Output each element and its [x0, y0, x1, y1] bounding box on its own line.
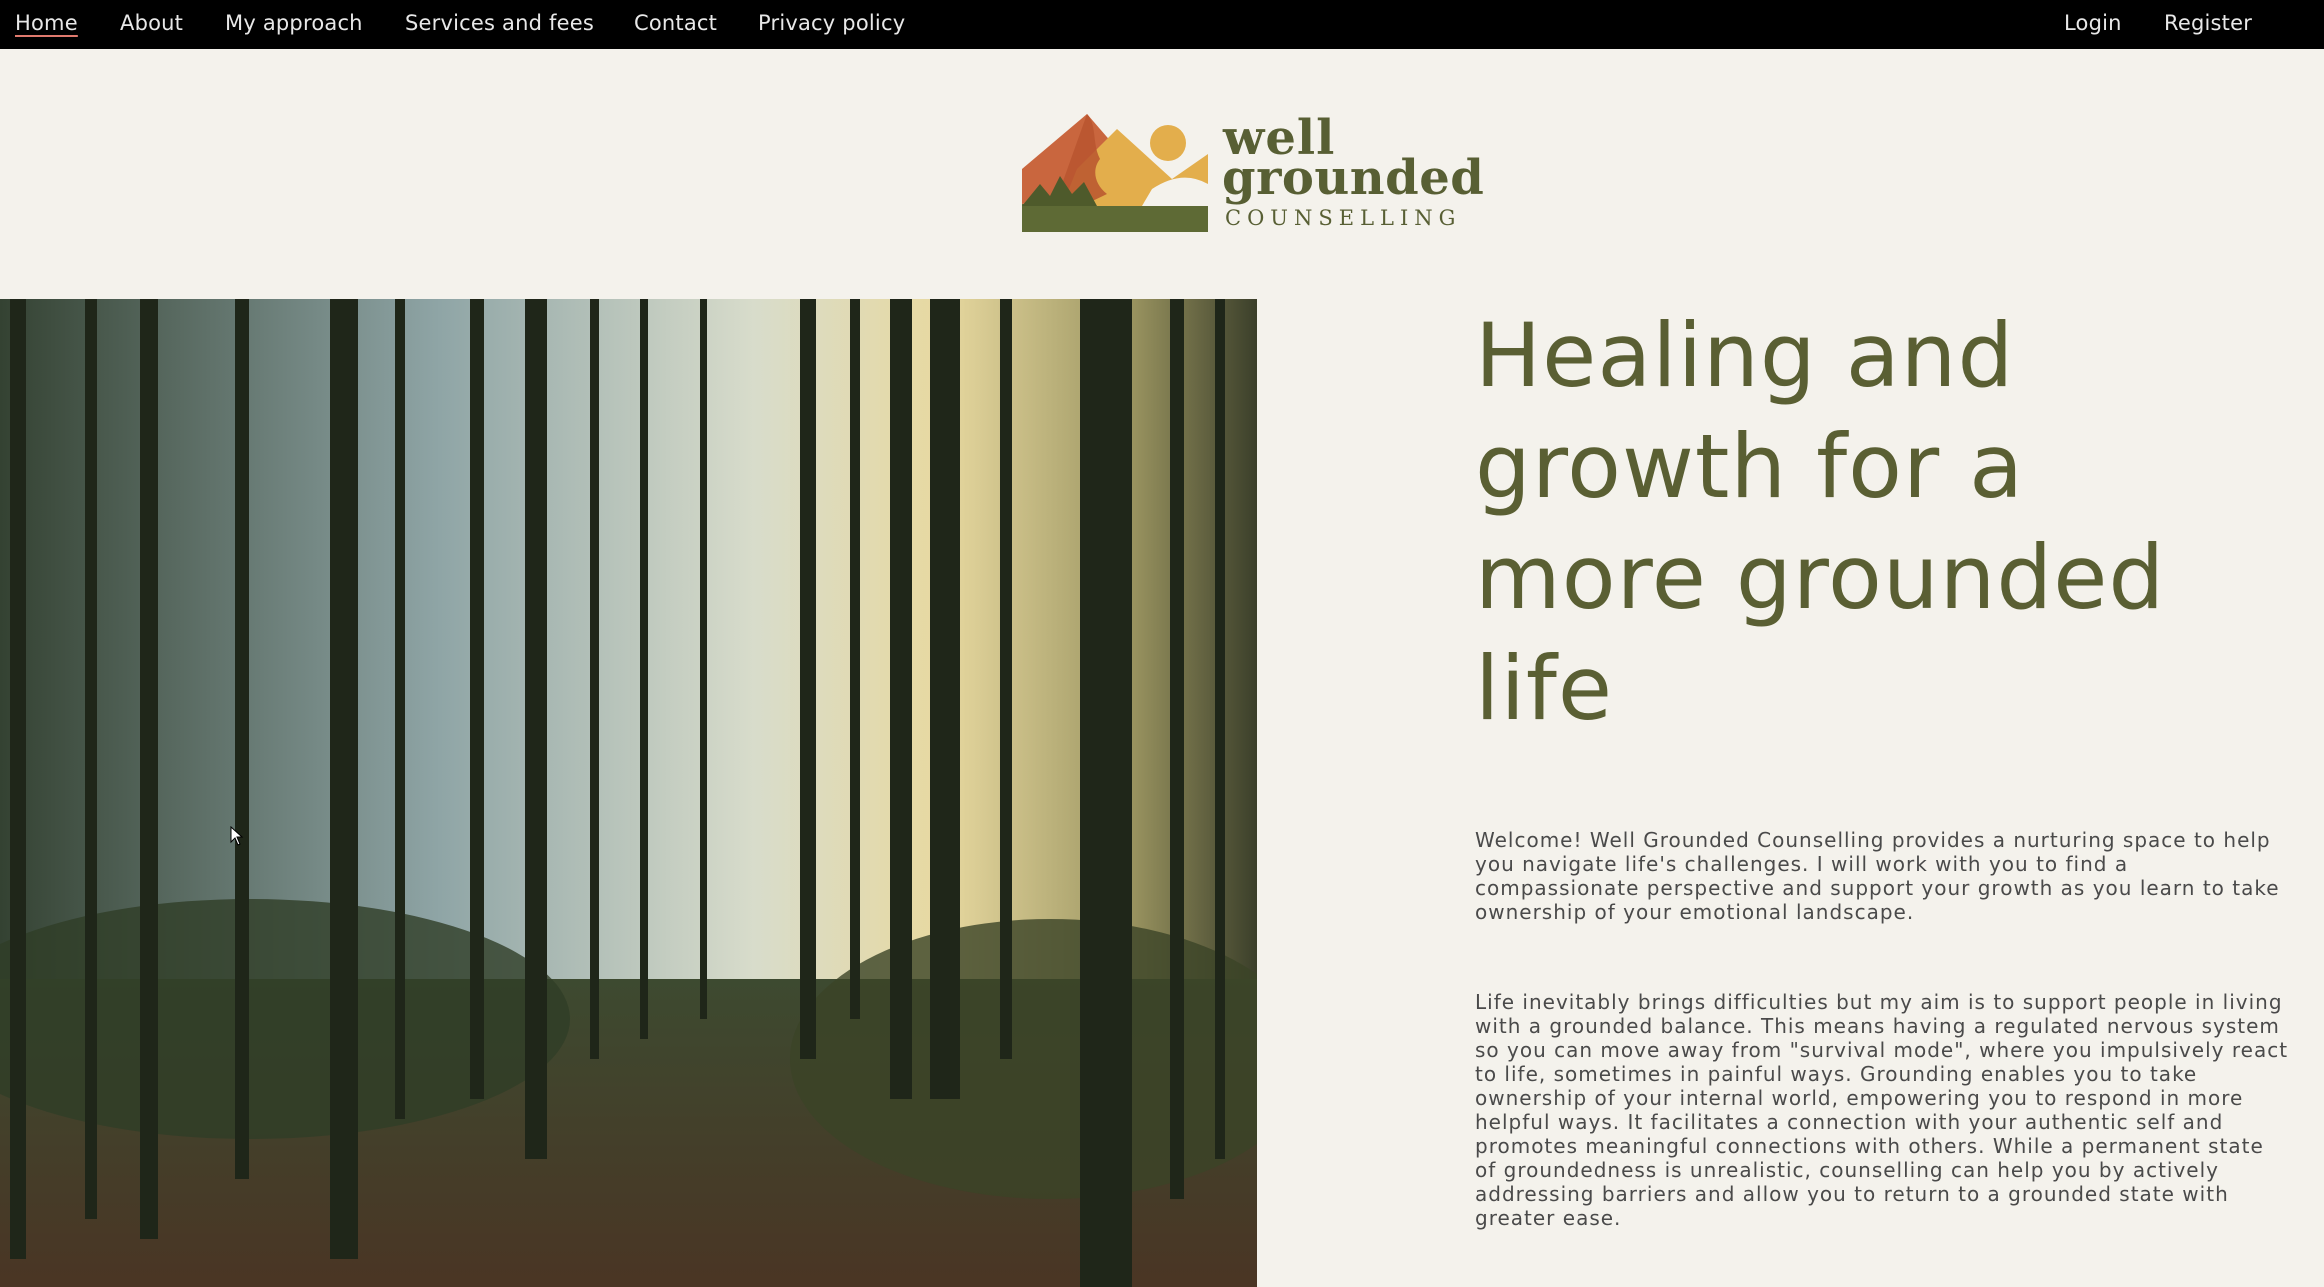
- nav-register-link[interactable]: Register: [2164, 11, 2252, 35]
- nav-about-link[interactable]: About: [120, 11, 183, 35]
- mountain-logo-icon: [1022, 114, 1208, 232]
- logo-word-grounded: grounded: [1222, 150, 1485, 206]
- forest-photo: [0, 299, 1257, 1287]
- mouse-cursor-icon: [230, 825, 244, 850]
- logo-word-counselling: COUNSELLING: [1225, 206, 1462, 230]
- nav-home-link[interactable]: Home: [15, 11, 78, 35]
- welcome-paragraph: Welcome! Well Grounded Counselling provi…: [1475, 828, 2280, 924]
- nav-login-link[interactable]: Login: [2064, 11, 2122, 35]
- nav-privacy-policy-link[interactable]: Privacy policy: [758, 11, 905, 35]
- forest-illustration: [0, 299, 1257, 1287]
- nav-my-approach-link[interactable]: My approach: [225, 11, 363, 35]
- nav-contact-link[interactable]: Contact: [634, 11, 717, 35]
- hero-title: Healing and growth for a more grounded l…: [1475, 304, 2166, 740]
- nav-services-and-fees-link[interactable]: Services and fees: [405, 11, 594, 35]
- top-navigation: Home About My approach Services and fees…: [0, 0, 2324, 49]
- approach-paragraph: Life inevitably brings difficulties but …: [1475, 990, 2289, 1230]
- site-logo[interactable]: well grounded COUNSELLING: [1022, 114, 1484, 234]
